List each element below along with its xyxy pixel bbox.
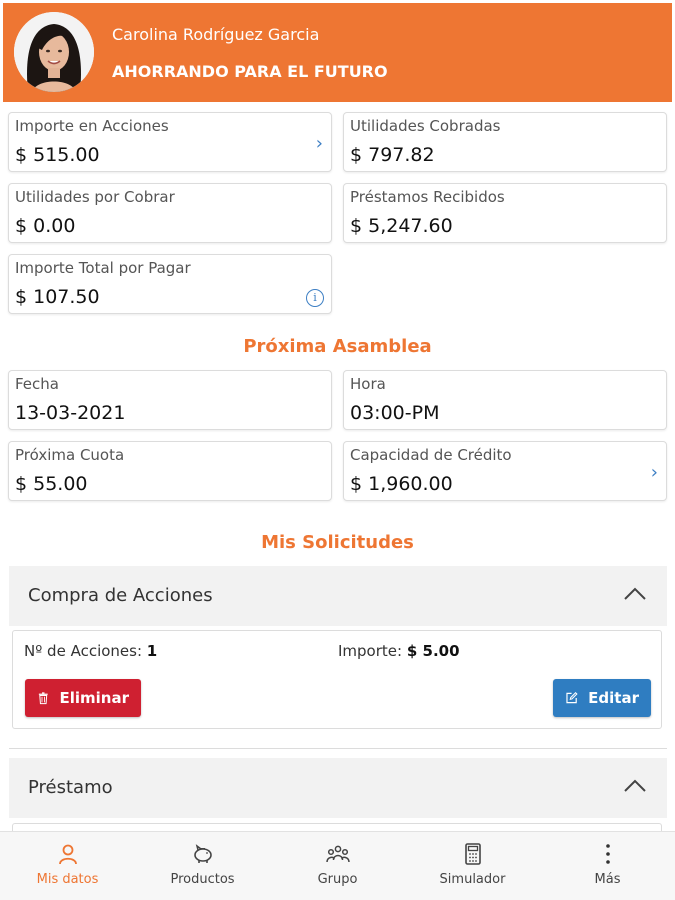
num-acciones-field: Nº de Acciones: 1	[24, 642, 157, 660]
importe-value: $ 5.00	[406, 642, 460, 660]
card-value: $ 0.00	[15, 215, 76, 237]
tab-label: Grupo	[317, 872, 358, 887]
proxima-cuota-card: Próxima Cuota $ 55.00	[8, 441, 332, 501]
card-label: Utilidades por Cobrar	[15, 188, 175, 206]
card-label: Hora	[350, 375, 386, 393]
prestamos-recibidos-card: Préstamos Recibidos $ 5,247.60	[343, 183, 667, 243]
importe-acciones-card[interactable]: Importe en Acciones $ 515.00 ›	[8, 112, 332, 172]
prestamo-accordion-header[interactable]: Préstamo	[9, 758, 667, 818]
num-acciones-label: Nº de Acciones:	[24, 642, 143, 660]
trash-icon	[38, 692, 48, 705]
card-label: Préstamos Recibidos	[350, 188, 505, 206]
tab-simulador[interactable]: Simulador	[405, 832, 540, 900]
hora-card: Hora 03:00-PM	[343, 370, 667, 430]
utilidades-por-cobrar-card: Utilidades por Cobrar $ 0.00	[8, 183, 332, 243]
card-value: 03:00-PM	[350, 402, 440, 424]
more-vertical-icon	[605, 844, 610, 864]
profile-header: Carolina Rodríguez Garcia AHORRANDO PARA…	[3, 3, 672, 102]
card-label: Importe Total por Pagar	[15, 259, 191, 277]
card-value: $ 107.50	[15, 286, 100, 308]
tab-label: Simulador	[439, 872, 506, 887]
card-value: 13-03-2021	[15, 402, 126, 424]
eliminar-button[interactable]: Eliminar	[25, 679, 141, 717]
card-value: $ 5,247.60	[350, 215, 453, 237]
tab-mis-datos[interactable]: Mis datos	[0, 832, 135, 900]
eliminar-label: Eliminar	[59, 689, 130, 707]
user-photo-icon	[14, 12, 94, 92]
accordion-title: Préstamo	[28, 777, 113, 798]
num-acciones-value: 1	[146, 642, 158, 660]
card-label: Próxima Cuota	[15, 446, 125, 464]
mis-solicitudes-title: Mis Solicitudes	[261, 532, 414, 553]
compra-acciones-accordion-header[interactable]: Compra de Acciones	[9, 566, 667, 626]
tab-productos[interactable]: Productos	[135, 832, 270, 900]
user-name: Carolina Rodríguez Garcia	[112, 25, 320, 44]
compra-acciones-detail: Nº de Acciones: 1 Importe: $ 5.00 Elimin…	[12, 630, 662, 729]
editar-button[interactable]: Editar	[553, 679, 651, 717]
importe-field: Importe: $ 5.00	[338, 642, 460, 660]
fecha-card: Fecha 13-03-2021	[8, 370, 332, 430]
tab-label: Mis datos	[36, 872, 99, 887]
divider	[9, 748, 667, 749]
edit-icon	[566, 691, 578, 704]
card-value: $ 55.00	[15, 473, 88, 495]
card-label: Utilidades Cobradas	[350, 117, 501, 135]
utilidades-cobradas-card: Utilidades Cobradas $ 797.82	[343, 112, 667, 172]
proxima-asamblea-title: Próxima Asamblea	[243, 336, 432, 357]
chevron-up-icon[interactable]	[623, 586, 647, 602]
card-value: $ 515.00	[15, 144, 100, 166]
editar-label: Editar	[588, 689, 639, 707]
chevron-up-icon[interactable]	[623, 778, 647, 794]
calculator-icon	[464, 843, 481, 865]
importe-total-pagar-card: Importe Total por Pagar $ 107.50 i	[8, 254, 332, 314]
card-label: Importe en Acciones	[15, 117, 169, 135]
bottom-tab-bar: Mis datos Productos Grupo Simulador Más	[0, 831, 675, 900]
card-value: $ 1,960.00	[350, 473, 453, 495]
accordion-title: Compra de Acciones	[28, 585, 213, 606]
card-label: Capacidad de Crédito	[350, 446, 512, 464]
capacidad-credito-card[interactable]: Capacidad de Crédito $ 1,960.00 ›	[343, 441, 667, 501]
tab-grupo[interactable]: Grupo	[270, 832, 405, 900]
info-icon[interactable]: i	[306, 289, 324, 307]
chevron-right-icon[interactable]: ›	[316, 133, 323, 154]
piggy-bank-icon	[193, 844, 212, 863]
card-label: Fecha	[15, 375, 59, 393]
chevron-right-icon[interactable]: ›	[651, 462, 658, 483]
tab-mas[interactable]: Más	[540, 832, 675, 900]
card-value: $ 797.82	[350, 144, 435, 166]
group-icon	[325, 845, 350, 863]
tab-label: Más	[594, 872, 621, 887]
importe-label: Importe:	[338, 642, 403, 660]
user-motto: AHORRANDO PARA EL FUTURO	[112, 62, 388, 81]
avatar[interactable]	[14, 12, 94, 92]
tab-label: Productos	[170, 872, 235, 887]
user-icon	[58, 844, 77, 865]
